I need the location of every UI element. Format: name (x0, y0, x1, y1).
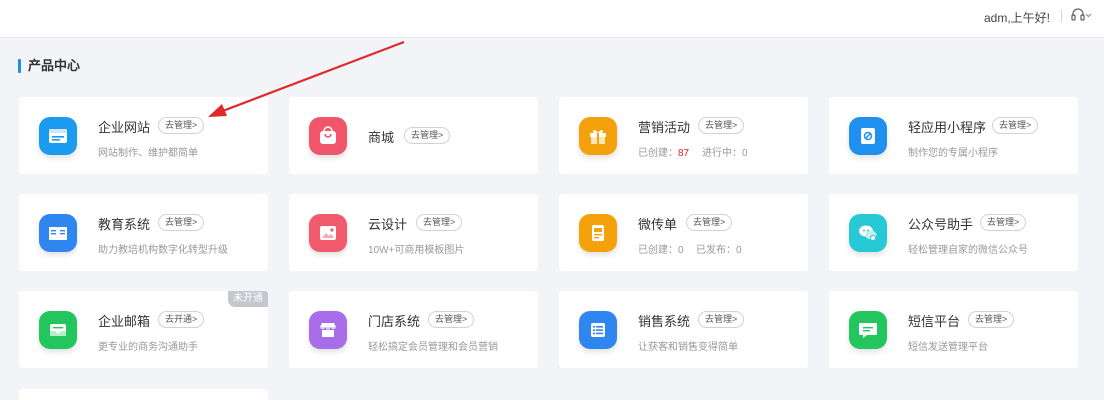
manage-button[interactable]: 去管理> (980, 214, 1027, 231)
product-card-flyer[interactable]: 微传单 去管理> 已创建：0 已发布：0 (559, 194, 808, 271)
card-title: 商城 (368, 130, 395, 145)
manage-button[interactable]: 去管理> (992, 117, 1039, 134)
book-icon (39, 214, 77, 252)
manage-button[interactable]: 去管理> (698, 117, 745, 134)
top-bar: adm,上午好! (0, 0, 1104, 38)
card-description: 更专业的商务沟通助手 (98, 342, 198, 353)
manage-button[interactable]: 去管理> (428, 311, 475, 328)
product-card-wechat-assistant[interactable]: 公众号助手 去管理> 轻松管理自家的微信公众号 (829, 194, 1078, 271)
headset-icon[interactable] (1070, 6, 1092, 24)
card-title: 销售系统 (638, 314, 691, 329)
product-card-website[interactable]: 企业网站 去管理> 网站制作、维护都简单 (19, 97, 268, 174)
card-title: 企业网站 (98, 120, 151, 135)
card-title: 短信平台 (908, 314, 961, 329)
section-title: 产品中心 (18, 58, 80, 74)
manage-button[interactable]: 去管理> (686, 214, 733, 231)
card-description: 轻松搞定会员管理和会员营销 (368, 342, 498, 353)
created-count: 已创建：87 (638, 144, 689, 159)
running-count: 进行中：0 (702, 148, 748, 159)
message-icon (849, 311, 887, 349)
product-card-sales[interactable]: 销售系统 去管理> 让获客和销售变得简单 (559, 291, 808, 368)
website-icon (39, 117, 77, 155)
product-card-mall[interactable]: 商城 去管理> (289, 97, 538, 174)
card-description: 让获客和销售变得简单 (638, 342, 738, 353)
manage-button[interactable]: 去管理> (698, 311, 745, 328)
card-title: 云设计 (368, 217, 408, 232)
product-card-marketing[interactable]: 营销活动 去管理> 已创建：87 进行中：0 (559, 97, 808, 174)
created-label: 已创建： (638, 148, 678, 159)
shopping-bag-icon (309, 117, 347, 155)
manage-button[interactable]: 去管理> (158, 214, 205, 231)
mail-icon (39, 311, 77, 349)
manage-button[interactable]: 去管理> (416, 214, 463, 231)
product-card-sms[interactable]: 短信平台 去管理> 短信发送管理平台 (829, 291, 1078, 368)
manage-button[interactable]: 去管理> (404, 127, 451, 144)
card-title: 轻应用小程序 (908, 120, 987, 135)
card-title: 企业邮箱 (98, 314, 151, 329)
store-icon (309, 311, 347, 349)
card-description: 助力教培机构数字化转型升级 (98, 245, 228, 256)
card-title: 营销活动 (638, 120, 691, 135)
card-description: 制作您的专属小程序 (908, 148, 998, 159)
activate-button[interactable]: 去开通> (158, 311, 205, 328)
card-description: 轻松管理自家的微信公众号 (908, 245, 1028, 256)
not-activated-badge: 未开通 (228, 291, 268, 307)
created-value: 87 (678, 148, 690, 159)
card-title: 微传单 (638, 217, 678, 232)
card-description: 10W+可商用模板图片 (368, 245, 465, 256)
manage-button[interactable]: 去管理> (158, 117, 205, 134)
image-icon (309, 214, 347, 252)
card-title: 公众号助手 (908, 217, 974, 232)
mini-program-icon (849, 117, 887, 155)
product-card-education[interactable]: 教育系统 去管理> 助力教培机构数字化转型升级 (19, 194, 268, 271)
product-card-enterprise-mail[interactable]: 未开通 企业邮箱 去开通> 更专业的商务沟通助手 (19, 291, 268, 368)
wechat-icon (849, 214, 887, 252)
published-count: 已发布：0 (696, 245, 742, 256)
user-greeting[interactable]: adm,上午好! (984, 9, 1050, 26)
card-title: 教育系统 (98, 217, 151, 232)
product-card-cloud-design[interactable]: 云设计 去管理> 10W+可商用模板图片 (289, 194, 538, 271)
divider (1061, 10, 1062, 22)
product-card-store[interactable]: 门店系统 去管理> 轻松搞定会员管理和会员营销 (289, 291, 538, 368)
flyer-icon (579, 214, 617, 252)
manage-button[interactable]: 去管理> (968, 311, 1015, 328)
card-title: 门店系统 (368, 314, 421, 329)
gift-icon (579, 117, 617, 155)
list-icon (579, 311, 617, 349)
product-card-mini-program[interactable]: 轻应用小程序 去管理> 制作您的专属小程序 (829, 97, 1078, 174)
product-card-partial[interactable] (19, 389, 268, 400)
card-description: 短信发送管理平台 (908, 342, 988, 353)
created-count: 已创建：0 (638, 245, 684, 256)
card-description: 网站制作、维护都简单 (98, 148, 198, 159)
